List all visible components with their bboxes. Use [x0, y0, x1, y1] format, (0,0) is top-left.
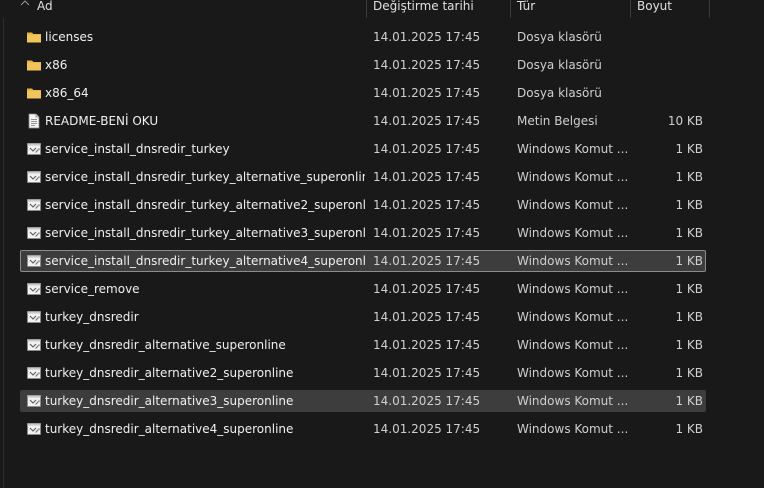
file-size: 1 KB: [675, 310, 703, 324]
batch-file-icon: [26, 393, 42, 409]
file-date-modified: 14.01.2025 17:45: [373, 310, 481, 324]
file-type: Dosya klasörü: [517, 30, 602, 44]
file-size: 1 KB: [675, 170, 703, 184]
file-date-modified: 14.01.2025 17:45: [373, 422, 481, 436]
batch-file-icon: [26, 337, 42, 353]
file-row[interactable]: service_install_dnsredir_turkey_alternat…: [20, 222, 706, 244]
file-size: 1 KB: [675, 422, 703, 436]
file-name: README-BENİ OKU: [45, 114, 159, 128]
batch-file-icon: [26, 365, 42, 381]
batch-file-icon: [26, 281, 42, 297]
file-type: Windows Komut ...: [517, 422, 627, 436]
file-name: licenses: [45, 30, 94, 44]
file-name: turkey_dnsredir: [45, 310, 139, 324]
file-size: [629, 55, 703, 75]
file-date-modified: 14.01.2025 17:45: [373, 86, 481, 100]
file-row[interactable]: service_install_dnsredir_turkey 14.01.202…: [20, 138, 706, 160]
file-type: Windows Komut ...: [517, 198, 627, 212]
file-name: service_install_dnsredir_turkey_alternat…: [45, 170, 365, 184]
file-name: turkey_dnsredir_alternative3_superonline: [45, 394, 294, 408]
file-row[interactable]: turkey_dnsredir_alternative_superonline 1…: [20, 334, 706, 356]
file-name: service_remove: [45, 282, 140, 296]
column-header-date[interactable]: Değiştirme tarihi: [366, 0, 510, 18]
file-type: Metin Belgesi: [517, 114, 598, 128]
folder-icon: [26, 57, 42, 73]
file-date-modified: 14.01.2025 17:45: [373, 170, 481, 184]
file-type: Windows Komut ...: [517, 394, 627, 408]
file-name: x86_64: [45, 86, 89, 100]
file-size: 1 KB: [675, 226, 703, 240]
file-name: turkey_dnsredir_alternative2_superonline: [45, 366, 294, 380]
file-row[interactable]: service_install_dnsredir_turkey_alternat…: [20, 166, 706, 188]
file-size: [629, 27, 703, 47]
file-name: service_install_dnsredir_turkey_alternat…: [45, 198, 365, 212]
file-row[interactable]: service_install_dnsredir_turkey_alternat…: [20, 250, 706, 272]
file-row[interactable]: turkey_dnsredir 14.01.2025 17:45 Windows K…: [20, 306, 706, 328]
text-file-icon: [26, 113, 42, 129]
file-type: Windows Komut ...: [517, 142, 627, 156]
file-name: service_install_dnsredir_turkey_alternat…: [45, 254, 365, 268]
file-type: Windows Komut ...: [517, 366, 627, 380]
file-date-modified: 14.01.2025 17:45: [373, 366, 481, 380]
column-header-bar: Ad Değiştirme tarihi Tür Boyut: [0, 0, 764, 18]
file-name: x86: [45, 58, 68, 72]
batch-file-icon: [26, 225, 42, 241]
folder-icon: [26, 29, 42, 45]
file-row[interactable]: turkey_dnsredir_alternative4_superonline…: [20, 418, 706, 440]
file-date-modified: 14.01.2025 17:45: [373, 226, 481, 240]
folder-icon: [26, 85, 42, 101]
file-row[interactable]: service_install_dnsredir_turkey_alternat…: [20, 194, 706, 216]
folder-row[interactable]: x86 14.01.2025 17:45 Dosya klasörü: [20, 54, 706, 76]
file-date-modified: 14.01.2025 17:45: [373, 198, 481, 212]
file-size: [629, 83, 703, 103]
batch-file-icon: [26, 197, 42, 213]
file-size: 1 KB: [675, 338, 703, 352]
file-type: Windows Komut ...: [517, 282, 627, 296]
file-size: 1 KB: [675, 198, 703, 212]
file-date-modified: 14.01.2025 17:45: [373, 142, 481, 156]
file-size: 1 KB: [675, 366, 703, 380]
file-type: Windows Komut ...: [517, 338, 627, 352]
file-size: 1 KB: [675, 282, 703, 296]
sort-ascending-icon: [21, 0, 29, 6]
file-size: 1 KB: [675, 254, 703, 268]
file-type: Dosya klasörü: [517, 86, 602, 100]
file-date-modified: 14.01.2025 17:45: [373, 114, 481, 128]
file-type: Windows Komut ...: [517, 226, 627, 240]
batch-file-icon: [26, 421, 42, 437]
batch-file-icon: [26, 253, 42, 269]
column-header-size[interactable]: Boyut: [630, 0, 710, 18]
file-size: 1 KB: [675, 142, 703, 156]
file-date-modified: 14.01.2025 17:45: [373, 282, 481, 296]
file-date-modified: 14.01.2025 17:45: [373, 254, 481, 268]
file-row[interactable]: turkey_dnsredir_alternative3_superonline…: [20, 390, 706, 412]
batch-file-icon: [26, 309, 42, 325]
file-row[interactable]: turkey_dnsredir_alternative2_superonline…: [20, 362, 706, 384]
file-type: Windows Komut ...: [517, 310, 627, 324]
navigation-pane-divider: [3, 18, 4, 488]
folder-row[interactable]: x86_64 14.01.2025 17:45 Dosya klasörü: [20, 82, 706, 104]
file-name: turkey_dnsredir_alternative4_superonline: [45, 422, 294, 436]
file-name: service_install_dnsredir_turkey_alternat…: [45, 226, 365, 240]
batch-file-icon: [26, 169, 42, 185]
file-size: 1 KB: [675, 394, 703, 408]
file-date-modified: 14.01.2025 17:45: [373, 58, 481, 72]
file-row[interactable]: service_remove 14.01.2025 17:45 Windows Ko…: [20, 278, 706, 300]
column-header-name[interactable]: Ad: [31, 0, 366, 18]
file-type: Dosya klasörü: [517, 58, 602, 72]
batch-file-icon: [26, 141, 42, 157]
column-header-type[interactable]: Tür: [510, 0, 630, 18]
file-size: 10 KB: [667, 114, 703, 128]
file-name: turkey_dnsredir_alternative_superonline: [45, 338, 286, 352]
file-date-modified: 14.01.2025 17:45: [373, 338, 481, 352]
file-type: Windows Komut ...: [517, 170, 627, 184]
file-date-modified: 14.01.2025 17:45: [373, 30, 481, 44]
file-row[interactable]: README-BENİ OKU 14.01.2025 17:45 Metin Bel…: [20, 110, 706, 132]
file-date-modified: 14.01.2025 17:45: [373, 394, 481, 408]
file-type: Windows Komut ...: [517, 254, 627, 268]
file-name: service_install_dnsredir_turkey: [45, 142, 230, 156]
folder-row[interactable]: licenses 14.01.2025 17:45 Dosya klasörü: [20, 26, 706, 48]
